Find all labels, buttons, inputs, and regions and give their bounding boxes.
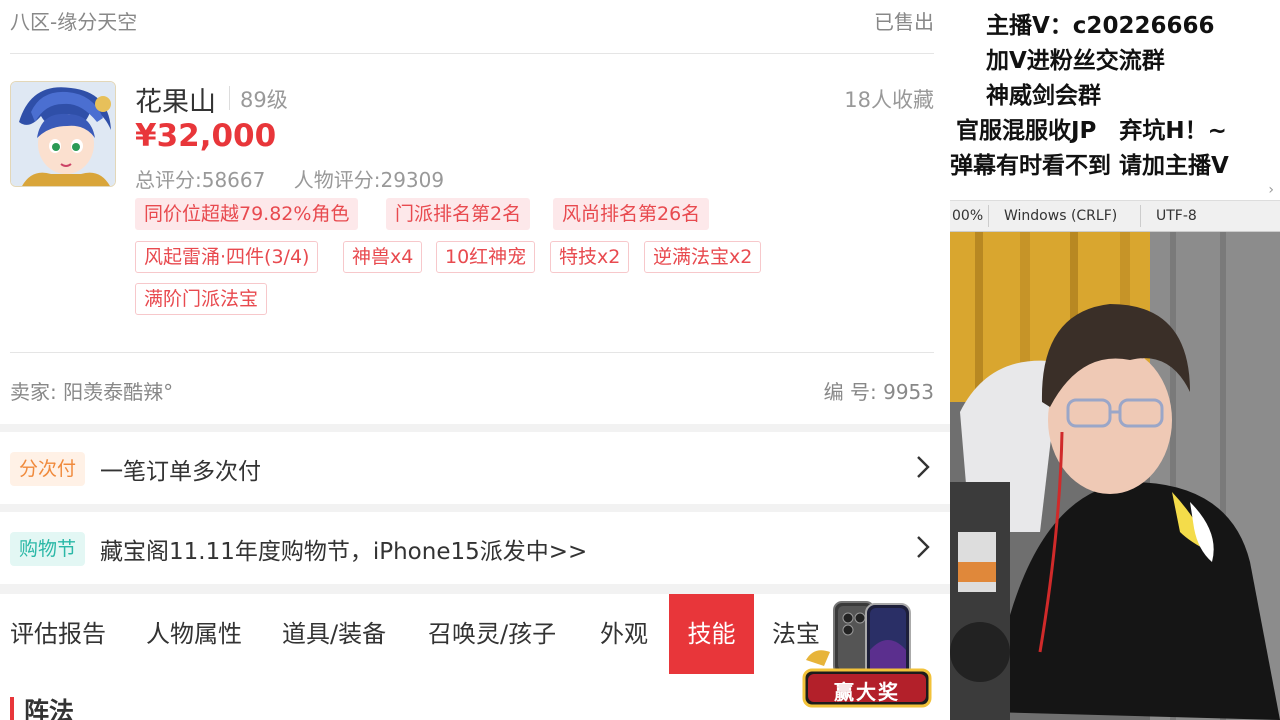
divider xyxy=(229,86,230,110)
section-gap xyxy=(0,424,950,432)
sold-status: 已售出 xyxy=(874,10,934,34)
divider xyxy=(10,352,934,353)
section-marker xyxy=(10,697,14,720)
section-title: 阵法 xyxy=(24,697,75,720)
tab-items-equipment[interactable]: 道具/装备 xyxy=(282,594,386,674)
character-avatar[interactable] xyxy=(10,81,116,187)
listing-page: 八区-缘分天空 已售出 花果山 89级 18人收藏 ¥32,000 总评分:58… xyxy=(0,0,950,720)
prize-label: 赢大奖 xyxy=(834,680,900,704)
scroll-right-icon[interactable]: › xyxy=(1268,182,1274,198)
promo-text: 一笔订单多次付 xyxy=(100,459,261,485)
seller-name[interactable]: 卖家: 阳羡泰酷辣° xyxy=(10,376,173,405)
character-portrait-icon xyxy=(11,82,115,186)
tag: 特技x2 xyxy=(550,241,630,273)
note-line: 神威剑会群 xyxy=(986,83,1101,109)
festival-badge: 购物节 xyxy=(10,532,86,566)
zoom-level[interactable]: 00% xyxy=(952,208,983,224)
section-gap xyxy=(0,584,950,594)
score-line: 总评分:58667 人物评分:29309 xyxy=(135,164,466,193)
tag: 同价位超越79.82%角色 xyxy=(135,198,359,230)
promo-text: 藏宝阁11.11年度购物节，iPhone15派发中>> xyxy=(100,539,588,565)
tag: 门派排名第2名 xyxy=(386,198,531,230)
chevron-right-icon xyxy=(917,536,930,558)
streamer-camera-image xyxy=(950,232,1280,720)
price: ¥32,000 xyxy=(135,118,277,154)
note-line: 主播V：c20226666 xyxy=(986,13,1215,39)
promo-shopping-festival[interactable]: 购物节 藏宝阁11.11年度购物节，iPhone15派发中>> xyxy=(0,512,950,584)
tab-summons[interactable]: 召唤灵/孩子 xyxy=(428,594,556,674)
divider xyxy=(1140,205,1141,227)
total-score: 总评分:58667 xyxy=(135,168,266,192)
promo-installment[interactable]: 分次付 一笔订单多次付 xyxy=(0,432,950,504)
divider xyxy=(988,205,989,227)
note-line: 加V进粉丝交流群 xyxy=(986,48,1165,74)
stream-overlay: 主播V：c20226666 加V进粉丝交流群 神威剑会群 官服混服收JP 弃坑H… xyxy=(950,0,1280,720)
editor-status-bar: 00% Windows (CRLF) UTF-8 xyxy=(950,200,1280,232)
character-name: 花果山 xyxy=(135,87,216,118)
win-prize-button[interactable]: 赢大奖 xyxy=(800,600,934,708)
character-score: 人物评分:29309 xyxy=(293,168,445,192)
encoding[interactable]: UTF-8 xyxy=(1156,208,1197,224)
divider xyxy=(10,53,934,54)
webcam-feed xyxy=(950,232,1280,720)
note-line: 弹幕有时看不到 请加主播V xyxy=(950,153,1229,179)
tab-evaluation[interactable]: 评估报告 xyxy=(10,594,106,674)
listing-header: 八区-缘分天空 已售出 xyxy=(0,0,950,40)
character-level: 89级 xyxy=(240,88,288,112)
chevron-right-icon xyxy=(917,456,930,478)
tab-appearance[interactable]: 外观 xyxy=(600,594,648,674)
tag: 风尚排名第26名 xyxy=(553,198,710,230)
section-gap xyxy=(0,504,950,512)
tag: 10红神宠 xyxy=(436,241,536,273)
tag: 逆满法宝x2 xyxy=(644,241,762,273)
note-line: 官服混服收JP 弃坑H！~ xyxy=(956,118,1227,144)
serial-number: 编 号: 9953 xyxy=(823,380,934,404)
tab-skills[interactable]: 技能 xyxy=(669,594,754,674)
tag: 风起雷涌·四件(3/4) xyxy=(135,241,319,273)
tab-attributes[interactable]: 人物属性 xyxy=(146,594,242,674)
tag: 神兽x4 xyxy=(343,241,423,273)
tag: 满阶门派法宝 xyxy=(135,283,268,315)
server-region: 八区-缘分天空 xyxy=(10,10,138,34)
streamer-notes: 主播V：c20226666 加V进粉丝交流群 神威剑会群 官服混服收JP 弃坑H… xyxy=(950,0,1280,200)
line-ending[interactable]: Windows (CRLF) xyxy=(1004,208,1117,224)
installment-badge: 分次付 xyxy=(10,452,86,486)
favorites-count[interactable]: 18人收藏 xyxy=(844,84,934,114)
